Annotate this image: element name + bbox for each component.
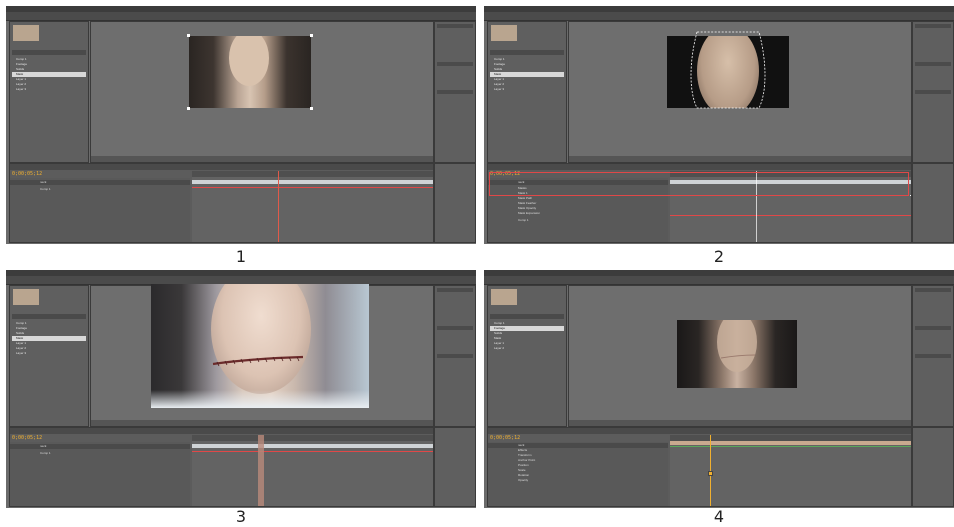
viewer-controls[interactable] xyxy=(569,156,911,162)
layer-row[interactable]: Opacity xyxy=(488,478,668,483)
project-panel: Comp 1 Footage Solids Mask Layer 1 Layer… xyxy=(487,21,567,163)
composition-viewer[interactable] xyxy=(568,21,912,163)
screenshot-panel-3: Comp 1 Footage Solids Mask Layer 1 Layer… xyxy=(6,270,476,508)
project-item[interactable]: Layer 3 xyxy=(12,87,86,92)
panel-caption: 4 xyxy=(713,507,725,526)
timeline-tabs[interactable] xyxy=(488,428,911,434)
project-list: Comp 1 Footage Solids Mask Layer 1 Layer… xyxy=(490,57,564,92)
playhead[interactable] xyxy=(278,171,279,242)
timeline-tabs[interactable] xyxy=(10,164,433,170)
effects-panel xyxy=(434,427,476,507)
viewer-controls[interactable] xyxy=(91,420,433,426)
effects-panel xyxy=(912,427,954,507)
project-search[interactable] xyxy=(490,314,564,319)
layer-duration-bar[interactable] xyxy=(192,444,433,448)
layer-list: neck Comp 1 xyxy=(10,442,190,506)
tools-toolbar[interactable] xyxy=(484,12,954,21)
project-list: Comp 1 Footage Solids Mask Layer 1 Layer… xyxy=(490,321,564,351)
layer-list: neck Comp 1 xyxy=(10,178,190,242)
time-ruler[interactable] xyxy=(192,435,433,441)
time-ruler[interactable] xyxy=(192,171,433,177)
screenshot-panel-2: Comp 1 Footage Solids Mask Layer 1 Layer… xyxy=(484,6,954,244)
composition-viewer[interactable] xyxy=(90,21,434,163)
info-panel xyxy=(912,21,954,163)
timeline-panel[interactable]: 0;00;05;12 neck Masks Mask 1 Mask Path M… xyxy=(487,163,912,243)
mask-outline[interactable] xyxy=(569,22,911,162)
project-search[interactable] xyxy=(12,50,86,55)
layer-list: neck Effects Transform Anchor Point Posi… xyxy=(488,442,668,506)
layer-duration-bar[interactable] xyxy=(192,180,433,184)
timecode-display[interactable]: 0;00;05;12 xyxy=(490,435,520,441)
project-list: Comp 1 Footage Solids Mask Layer 1 Layer… xyxy=(12,57,86,92)
layer-row[interactable]: Comp 1 xyxy=(488,218,668,223)
project-thumbnail xyxy=(13,25,39,41)
timeline-tabs[interactable] xyxy=(488,164,911,170)
timecode-display[interactable]: 0;00;05;12 xyxy=(12,171,42,177)
viewer-controls[interactable] xyxy=(91,156,433,162)
composition-viewer[interactable] xyxy=(568,285,912,427)
layer-duration-bar[interactable] xyxy=(670,441,911,445)
timeline-graph[interactable] xyxy=(192,171,433,242)
project-list: Comp 1 Footage Solids Mask Layer 1 Layer… xyxy=(12,321,86,356)
playhead[interactable] xyxy=(258,435,264,506)
project-panel: Comp 1 Footage Solids Mask Layer 1 Layer… xyxy=(9,21,89,163)
layer-row[interactable]: neck xyxy=(10,180,190,185)
video-frame xyxy=(151,284,369,408)
tools-toolbar[interactable] xyxy=(484,276,954,285)
project-item[interactable]: Layer 3 xyxy=(490,87,564,92)
effects-panel xyxy=(912,163,954,243)
panel-caption: 3 xyxy=(235,507,247,526)
project-panel: Comp 1 Footage Solids Mask Layer 1 Layer… xyxy=(9,285,89,427)
effects-panel xyxy=(434,163,476,243)
project-panel: Comp 1 Footage Solids Mask Layer 1 Layer… xyxy=(487,285,567,427)
timeline-panel[interactable]: 0;00;05;12 neck Comp 1 xyxy=(9,427,434,507)
timecode-display[interactable]: 0;00;05;12 xyxy=(12,435,42,441)
project-thumbnail xyxy=(13,289,39,305)
panel-caption: 1 xyxy=(235,247,247,266)
video-frame xyxy=(677,320,797,388)
screenshot-panel-1: Comp 1 Footage Solids Mask Layer 1 Layer… xyxy=(6,6,476,244)
timeline-panel[interactable]: 0;00;05;12 neck Comp 1 xyxy=(9,163,434,243)
project-item[interactable]: Layer 3 xyxy=(12,351,86,356)
layer-row[interactable]: Comp 1 xyxy=(10,187,190,192)
highlight-box xyxy=(489,172,909,196)
screenshot-panel-4: Comp 1 Footage Solids Mask Layer 1 Layer… xyxy=(484,270,954,508)
layer-row[interactable]: Mask Expansion xyxy=(488,211,668,216)
info-panel xyxy=(912,285,954,427)
viewer-controls[interactable] xyxy=(569,420,911,426)
tools-toolbar[interactable] xyxy=(6,12,476,21)
panel-caption: 2 xyxy=(713,247,725,266)
timeline-graph[interactable] xyxy=(670,435,911,506)
keyframe[interactable] xyxy=(708,471,713,476)
info-panel xyxy=(434,285,476,427)
info-panel xyxy=(434,21,476,163)
timeline-panel[interactable]: 0;00;05;12 neck Effects Transform Anchor… xyxy=(487,427,912,507)
video-frame xyxy=(189,36,311,108)
project-search[interactable] xyxy=(12,314,86,319)
project-thumbnail xyxy=(491,289,517,305)
project-thumbnail xyxy=(491,25,517,41)
timeline-graph[interactable] xyxy=(192,435,433,506)
faded-scar xyxy=(720,354,756,359)
layer-row[interactable]: Comp 1 xyxy=(10,451,190,456)
project-item[interactable]: Layer 2 xyxy=(490,346,564,351)
composition-viewer[interactable] xyxy=(90,284,434,427)
project-search[interactable] xyxy=(490,50,564,55)
layer-row[interactable]: neck xyxy=(10,444,190,449)
timeline-tabs[interactable] xyxy=(10,428,433,434)
